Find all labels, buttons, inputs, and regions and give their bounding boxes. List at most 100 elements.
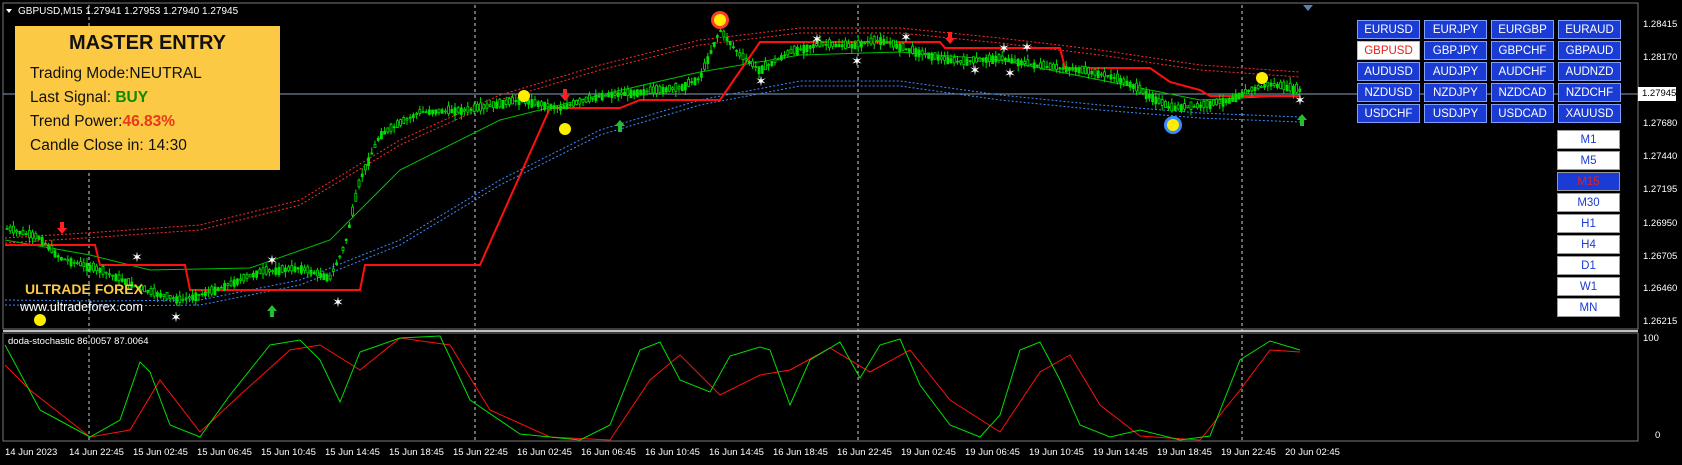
candle-body: [101, 265, 105, 275]
timeframe-button-m5[interactable]: M5: [1557, 151, 1620, 170]
candle-body: [1007, 58, 1010, 62]
candle-body: [642, 89, 646, 96]
pair-button-audchf[interactable]: AUDCHF: [1491, 62, 1554, 81]
pair-button-nzdcad[interactable]: NZDCAD: [1491, 83, 1554, 102]
candle-body: [27, 230, 31, 239]
shift-marker-icon[interactable]: [1303, 5, 1313, 11]
candle-body: [1176, 104, 1180, 110]
master-entry-panel: MASTER ENTRY Trading Mode:NEUTRAL Last S…: [15, 26, 280, 170]
candle-body: [530, 99, 534, 108]
trend-power-value: 46.83%: [122, 113, 176, 130]
timeframe-button-h1[interactable]: H1: [1557, 214, 1620, 233]
candle-body: [876, 39, 879, 42]
pair-button-nzdusd[interactable]: NZDUSD: [1357, 83, 1420, 102]
candle-body: [1103, 71, 1106, 78]
current-price-value: 1.27945: [1642, 88, 1677, 99]
time-tick-label: 15 Jun 22:45: [453, 447, 508, 458]
candle-body: [223, 283, 227, 292]
candle-body: [1048, 62, 1052, 70]
candle-body: [56, 255, 60, 258]
candle-body: [463, 108, 467, 112]
candle-body: [805, 44, 809, 53]
candle-body: [895, 43, 898, 49]
candle-body: [88, 265, 92, 270]
candle-body: [453, 107, 457, 116]
candle-body: [495, 102, 499, 109]
pair-button-usdjpy[interactable]: USDJPY: [1424, 104, 1487, 123]
candle-body: [319, 272, 323, 278]
candle-body: [1186, 105, 1190, 108]
candle-body: [405, 118, 409, 121]
candle-body: [1250, 86, 1254, 92]
candle-body: [1122, 78, 1126, 84]
candle-body: [844, 40, 847, 49]
pair-button-usdcad[interactable]: USDCAD: [1491, 104, 1554, 123]
pair-button-audusd[interactable]: AUDUSD: [1357, 62, 1420, 81]
pair-button-xauusd[interactable]: XAUUSD: [1558, 104, 1621, 123]
candle-body: [213, 286, 217, 296]
menu-arrow-icon[interactable]: [6, 9, 12, 13]
pair-button-nzdjpy[interactable]: NZDJPY: [1424, 83, 1487, 102]
candle-body: [472, 104, 476, 113]
timeframe-button-m1[interactable]: M1: [1557, 130, 1620, 149]
pair-button-gbpusd[interactable]: GBPUSD: [1357, 41, 1420, 60]
candle-body: [1237, 93, 1241, 100]
candle-body: [440, 109, 444, 114]
pair-button-gbpchf[interactable]: GBPCHF: [1491, 41, 1554, 60]
pair-button-gbpjpy[interactable]: GBPJPY: [1424, 41, 1487, 60]
timeframe-button-m30[interactable]: M30: [1557, 193, 1620, 212]
candle-body: [1192, 105, 1196, 108]
pair-button-eurusd[interactable]: EURUSD: [1357, 20, 1420, 39]
pair-button-usdchf[interactable]: USDCHF: [1357, 104, 1420, 123]
candle-body: [1247, 89, 1250, 92]
candle-body: [610, 92, 614, 99]
pair-button-eurjpy[interactable]: EURJPY: [1424, 20, 1487, 39]
candle-body: [738, 52, 742, 57]
stochastic-lines: [4, 335, 1301, 441]
candle-body: [283, 267, 287, 273]
candle-body: [482, 104, 486, 110]
candle-body: [632, 90, 636, 96]
candle-body: [434, 109, 438, 115]
candle-body: [645, 90, 649, 93]
candle-body: [908, 48, 911, 53]
candle-body: [1132, 84, 1135, 89]
candle-body: [709, 50, 713, 54]
candle-body: [629, 89, 633, 99]
star-marker-icon: ✶: [900, 29, 912, 45]
pair-button-eurgbp[interactable]: EURGBP: [1491, 20, 1554, 39]
candle-body: [389, 123, 393, 132]
candle-body: [1013, 59, 1017, 63]
candle-body: [152, 287, 156, 297]
pair-button-gbpaud[interactable]: GBPAUD: [1558, 41, 1621, 60]
candle-body: [584, 96, 588, 103]
timeframe-button-d1[interactable]: D1: [1557, 256, 1620, 275]
timeframe-button-mn[interactable]: MN: [1557, 298, 1620, 317]
pair-button-audnzd[interactable]: AUDNZD: [1558, 62, 1621, 81]
candle-body: [370, 152, 374, 155]
timeframe-button-m15[interactable]: M15: [1557, 172, 1620, 191]
pair-button-euraud[interactable]: EURAUD: [1558, 20, 1621, 39]
candle-body: [767, 64, 770, 66]
candle-body: [1004, 57, 1007, 61]
candle-body: [165, 291, 169, 300]
candle-body: [85, 262, 89, 272]
candle-body: [549, 104, 553, 110]
trend-power-row: Trend Power:46.83%: [30, 113, 175, 131]
candle-body: [1080, 65, 1084, 74]
timeframe-button-w1[interactable]: W1: [1557, 277, 1620, 296]
candle-body: [1183, 103, 1186, 110]
timeframe-button-h4[interactable]: H4: [1557, 235, 1620, 254]
candle-body: [706, 56, 710, 64]
last-signal-label: Last Signal:: [30, 89, 111, 106]
top-signal-core: [714, 14, 726, 26]
panel-title: MASTER ENTRY: [68, 32, 227, 54]
candle-body: [696, 78, 700, 81]
candle-body: [143, 285, 147, 293]
pair-button-nzdchf[interactable]: NZDCHF: [1558, 83, 1621, 102]
candle-body: [447, 105, 451, 115]
symbol-info: GBPUSD,M15 1.27941 1.27953 1.27940 1.279…: [18, 6, 239, 17]
pair-button-audjpy[interactable]: AUDJPY: [1424, 62, 1487, 81]
candle-body: [200, 293, 204, 296]
candle-body: [344, 238, 348, 241]
